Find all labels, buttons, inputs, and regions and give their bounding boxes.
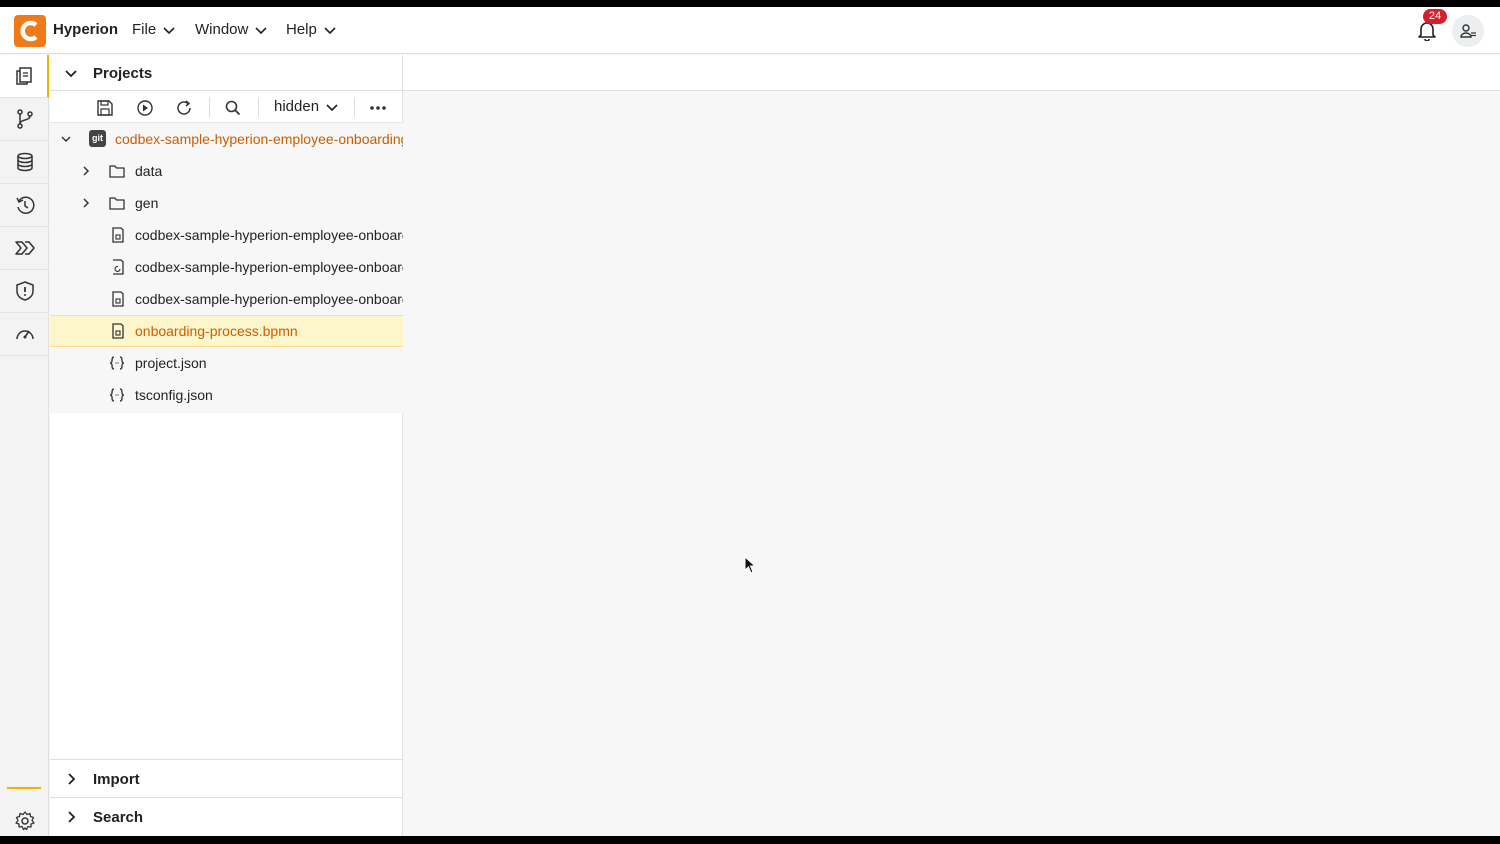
menu-help[interactable]: Help bbox=[286, 21, 337, 38]
hyperion-logo[interactable] bbox=[14, 15, 46, 47]
tree-item-label: codbex-sample-hyperion-employee-onboardi… bbox=[135, 227, 403, 243]
menu-file[interactable]: File bbox=[132, 21, 176, 38]
chevron-right-icon bbox=[83, 166, 90, 176]
shield-icon bbox=[15, 281, 34, 301]
folder-icon bbox=[109, 165, 125, 178]
logo-c-icon bbox=[20, 20, 38, 42]
projects-title: Projects bbox=[93, 65, 153, 82]
save-icon bbox=[97, 100, 113, 116]
chevron-right-icon bbox=[68, 773, 76, 785]
git-repo-icon: git bbox=[89, 130, 106, 147]
search-button[interactable] bbox=[222, 97, 244, 119]
folder-icon bbox=[109, 197, 125, 210]
projects-toolbar: hidden bbox=[50, 91, 403, 123]
menu-file-label: File bbox=[132, 21, 157, 38]
file-refresh-icon bbox=[113, 259, 124, 275]
play-circle-icon bbox=[137, 100, 153, 116]
import-title: Import bbox=[93, 771, 140, 788]
tree-project-label: codbex-sample-hyperion-employee-onboardi… bbox=[115, 131, 403, 147]
menu-window[interactable]: Window bbox=[195, 21, 268, 38]
app-title: Hyperion bbox=[53, 21, 119, 38]
chevron-down-icon bbox=[326, 103, 338, 111]
database-icon bbox=[16, 152, 33, 172]
toolbar-divider bbox=[354, 97, 355, 117]
import-section-header[interactable]: Import bbox=[50, 759, 403, 797]
tree-item-file[interactable]: tsconfig.json bbox=[50, 379, 403, 411]
rail-terminal-button[interactable] bbox=[0, 227, 49, 270]
chevron-down-icon bbox=[61, 136, 71, 143]
activity-bar bbox=[0, 55, 49, 836]
run-button[interactable] bbox=[134, 97, 156, 119]
chevron-down-icon bbox=[255, 26, 267, 34]
rail-settings-button[interactable] bbox=[0, 803, 49, 836]
projects-icon bbox=[15, 67, 32, 85]
json-file-icon bbox=[109, 356, 125, 370]
top-bar: Hyperion File Window Help 24 bbox=[0, 7, 1500, 54]
menu-window-label: Window bbox=[195, 21, 249, 38]
chevron-right-icon bbox=[68, 811, 76, 823]
file-icon bbox=[112, 291, 124, 307]
tree-item-file[interactable]: codbex-sample-hyperion-employee-onboardi… bbox=[50, 251, 403, 283]
rail-history-button[interactable] bbox=[0, 184, 49, 227]
rail-database-button[interactable] bbox=[0, 141, 49, 184]
tree-item-file[interactable]: project.json bbox=[50, 347, 403, 379]
tree-item-label: project.json bbox=[135, 355, 207, 371]
tree-item-folder[interactable]: data bbox=[50, 155, 403, 187]
more-options-button[interactable] bbox=[367, 97, 389, 119]
project-tree: git codbex-sample-hyperion-employee-onbo… bbox=[50, 123, 403, 413]
user-icon bbox=[1460, 24, 1476, 38]
projects-panel: Projects hidden git codbex-sample-hyperi… bbox=[50, 55, 403, 836]
tree-item-label: gen bbox=[135, 195, 159, 211]
toolbar-divider bbox=[258, 97, 259, 117]
hidden-files-dropdown[interactable]: hidden bbox=[274, 98, 339, 115]
rail-projects-button[interactable] bbox=[0, 55, 49, 98]
history-icon bbox=[15, 196, 35, 214]
tree-item-file-selected[interactable]: onboarding-process.bpmn bbox=[50, 315, 403, 347]
git-branch-icon bbox=[16, 109, 33, 129]
rail-operations-button[interactable] bbox=[0, 313, 49, 356]
tree-item-folder[interactable]: gen bbox=[50, 187, 403, 219]
editor-tab-bar bbox=[403, 55, 1500, 91]
chevron-down-icon bbox=[65, 70, 77, 78]
tree-item-label: data bbox=[135, 163, 163, 179]
file-icon bbox=[112, 323, 124, 339]
chevron-down-icon bbox=[163, 26, 175, 34]
editor-area[interactable] bbox=[403, 91, 1500, 836]
tree-item-file[interactable]: codbex-sample-hyperion-employee-onboardi… bbox=[50, 219, 403, 251]
search-title: Search bbox=[93, 809, 144, 826]
chevron-down-icon bbox=[324, 26, 336, 34]
refresh-button[interactable] bbox=[173, 97, 195, 119]
json-file-icon bbox=[109, 388, 125, 402]
more-horizontal-icon bbox=[370, 106, 386, 110]
user-avatar[interactable] bbox=[1452, 15, 1484, 47]
tree-item-label: codbex-sample-hyperion-employee-onboardi… bbox=[135, 291, 403, 307]
refresh-icon bbox=[177, 100, 191, 115]
mouse-cursor-icon bbox=[744, 556, 756, 574]
tree-item-label: codbex-sample-hyperion-employee-onboardi… bbox=[135, 259, 403, 275]
file-icon bbox=[112, 227, 124, 243]
terminal-icon bbox=[14, 241, 35, 255]
tree-item-label: onboarding-process.bpmn bbox=[135, 323, 298, 339]
speedometer-icon bbox=[15, 330, 34, 340]
toolbar-divider bbox=[209, 97, 210, 117]
rail-divider bbox=[7, 787, 41, 789]
projects-header[interactable]: Projects bbox=[50, 55, 403, 91]
tree-project-root[interactable]: git codbex-sample-hyperion-employee-onbo… bbox=[50, 123, 403, 155]
notification-count-badge: 24 bbox=[1423, 9, 1447, 24]
tree-item-file[interactable]: codbex-sample-hyperion-employee-onboardi… bbox=[50, 283, 403, 315]
save-button[interactable] bbox=[94, 97, 116, 119]
rail-security-button[interactable] bbox=[0, 270, 49, 313]
app-window: Hyperion File Window Help 24 Projects hi… bbox=[0, 7, 1500, 836]
chevron-right-icon bbox=[83, 198, 90, 208]
rail-git-button[interactable] bbox=[0, 98, 49, 141]
gear-icon bbox=[14, 811, 35, 831]
search-section-header[interactable]: Search bbox=[50, 797, 403, 836]
hidden-files-value: hidden bbox=[274, 98, 320, 115]
tree-item-label: tsconfig.json bbox=[135, 387, 213, 403]
menu-help-label: Help bbox=[286, 21, 317, 38]
search-icon bbox=[225, 100, 241, 116]
